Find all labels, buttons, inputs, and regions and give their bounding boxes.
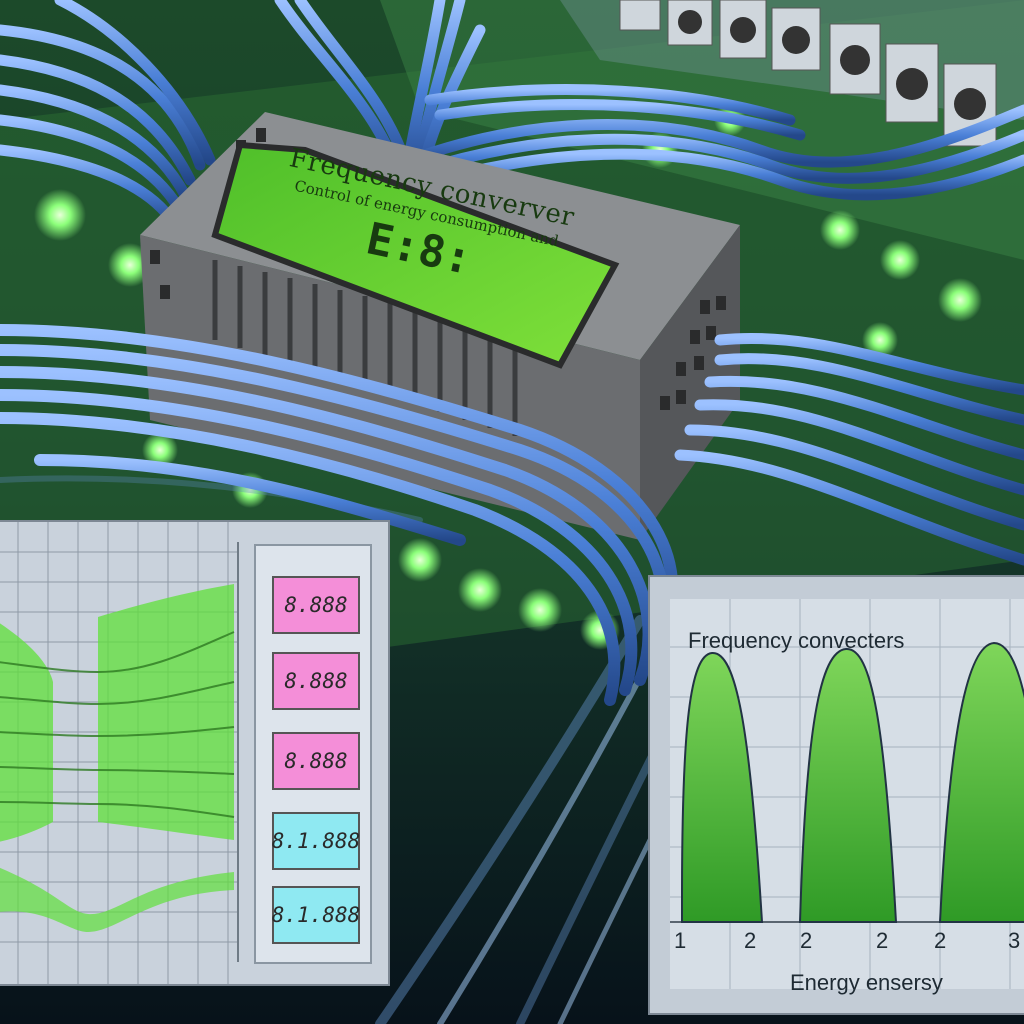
readout-display: 8.888 [272, 576, 360, 634]
readout-display: 8.1.888 [272, 812, 360, 870]
readout-column: 8.888 8.888 8.888 8.1.888 8.1.888 [254, 544, 372, 964]
x-tick-label: 2 [934, 928, 947, 953]
readout-display: 8.888 [272, 652, 360, 710]
x-tick-label: 2 [800, 928, 813, 953]
x-tick-label: 2 [876, 928, 889, 953]
x-tick-label: 1 [674, 928, 687, 953]
readout-display: 8.1.888 [272, 886, 360, 944]
readout-display: 8.888 [272, 732, 360, 790]
x-tick-label: 3 [1008, 928, 1021, 953]
waveform-plot [0, 522, 239, 984]
x-tick-label: 2 [744, 928, 757, 953]
chart-x-axis-label: Energy ensersy [790, 970, 943, 995]
chart-title: Frequency convecters [688, 628, 905, 653]
